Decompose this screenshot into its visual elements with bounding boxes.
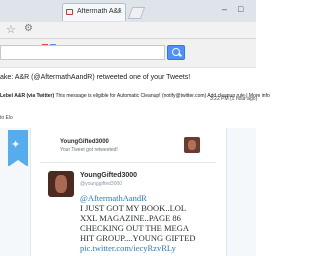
divider [40, 162, 216, 163]
tweet-text-line: HIT GROUP....YOUNG GIFTED [80, 233, 196, 243]
search-input[interactable] [0, 45, 165, 60]
gmail-favicon-icon [66, 9, 73, 15]
bookmark-star-icon[interactable]: ☆ [6, 23, 16, 36]
sender-name[interactable]: Lebel A&R (via Twitter) [0, 93, 54, 99]
tab-close-icon[interactable]: × [117, 7, 122, 16]
tweet-pic-link[interactable]: pic.twitter.com/iecyRzvRLy [80, 243, 176, 253]
search-button[interactable] [167, 45, 185, 60]
tweet-text-line: CHECKING OUT THE MEGA [80, 223, 190, 233]
email-subject: ake: A&R (@AftermathAandR) retweeted one… [0, 74, 191, 81]
tab-title: Aftermath A&R (@Aftermat [76, 8, 121, 15]
browser-tab[interactable]: Aftermath A&R (@Aftermat × [62, 3, 126, 21]
email-date: 3:22 PM (1 hour ago) [210, 96, 258, 102]
tweet-author-name[interactable]: YoungGifted3000 [80, 172, 137, 179]
minimize-icon[interactable]: – [222, 4, 227, 14]
email-star-icon[interactable]: ☆ [242, 93, 249, 102]
tweet-text-line: XXL MAGAZINE..PAGE 86 [80, 213, 181, 223]
tweet-author-handle[interactable]: @younggifted3000 [80, 181, 122, 187]
browser-navbar [0, 22, 256, 39]
settings-gear-icon[interactable]: ⚙ [24, 23, 33, 34]
maximize-icon[interactable]: □ [238, 4, 243, 14]
notification-avatar[interactable] [184, 137, 200, 153]
tweet-avatar[interactable] [48, 171, 74, 197]
tweet-mention-link[interactable]: @AftermathAandR [80, 193, 147, 203]
tweet-text-line: I JUST GOT MY BOOK..LOL [80, 203, 187, 213]
notification-message: Your Tweet got retweeted! [60, 147, 118, 153]
twitter-bird-icon: ✦ [11, 139, 21, 151]
notification-username[interactable]: YoungGifted3000 [60, 139, 109, 145]
browser-tabstrip [0, 0, 256, 23]
recipient-row[interactable]: to Elo [0, 115, 13, 121]
